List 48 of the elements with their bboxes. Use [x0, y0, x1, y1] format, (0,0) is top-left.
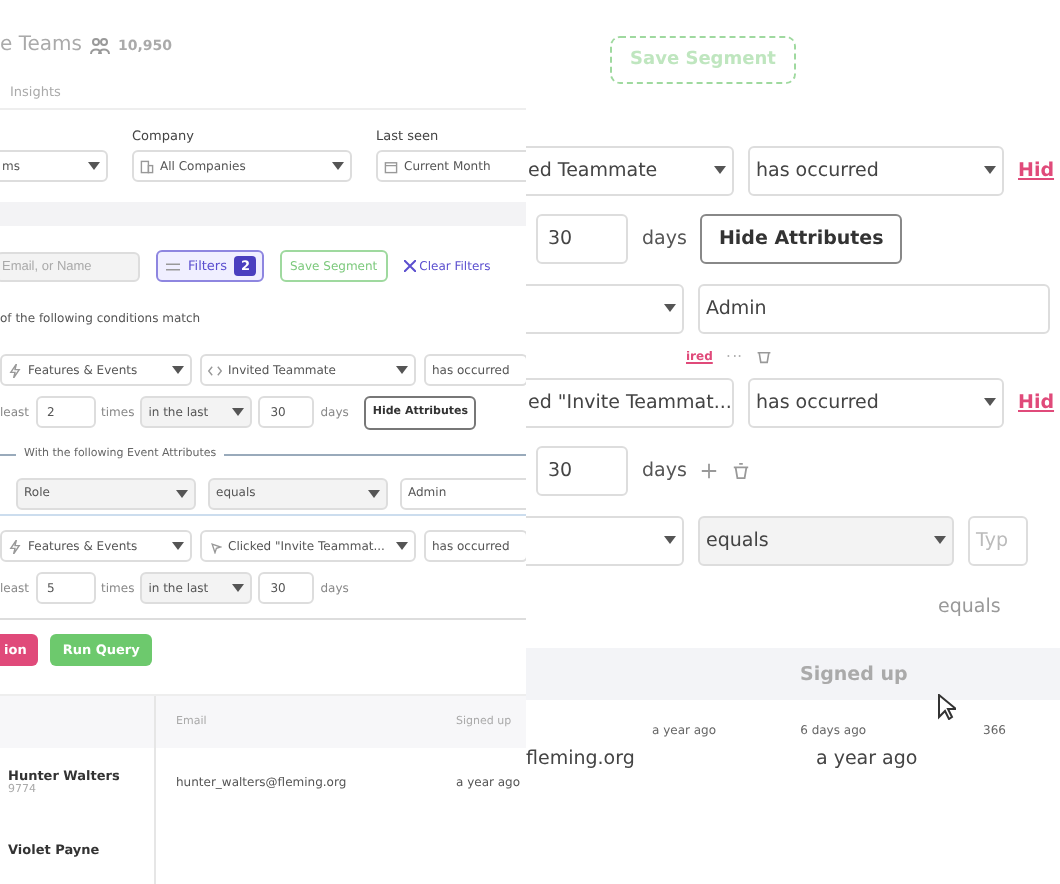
days-input[interactable]: 30 — [536, 213, 628, 263]
days-label: days — [642, 459, 687, 481]
code-icon — [208, 363, 222, 377]
trash-icon — [756, 348, 773, 364]
equals-text: equals — [938, 595, 1001, 617]
caret-icon — [332, 162, 344, 170]
caret-icon — [172, 542, 184, 550]
caret-icon — [934, 536, 946, 544]
attribute-value-field[interactable]: Admin — [698, 283, 1050, 333]
operator-select[interactable]: has occurred — [748, 377, 1004, 427]
caret-icon — [232, 584, 245, 592]
caret-icon — [396, 366, 408, 374]
attribute-select[interactable] — [526, 283, 684, 333]
table-cell-text: a year ago — [816, 748, 920, 770]
days-label: days — [642, 227, 687, 249]
hide-link[interactable]: Hid — [1018, 391, 1055, 413]
plus-icon[interactable] — [700, 461, 719, 479]
event-select[interactable]: ed "Invite Teammat... — [526, 377, 734, 427]
trash-icon — [732, 461, 751, 479]
event-select[interactable]: ed Teammate — [526, 145, 734, 195]
operator-select[interactable]: has occurred — [748, 145, 1004, 195]
caret-icon — [664, 304, 676, 312]
caret-icon — [176, 489, 188, 497]
column-header: Signed up — [800, 663, 908, 685]
caret-icon — [232, 408, 245, 416]
lightning-icon — [8, 363, 22, 377]
caret-icon — [664, 536, 676, 544]
calendar-icon — [384, 159, 398, 173]
caret-icon — [88, 162, 100, 170]
hide-link[interactable]: Hid — [1018, 159, 1055, 181]
cursor-click-icon — [208, 539, 222, 553]
caret-icon — [172, 366, 184, 374]
table-cell-text: fleming.org — [526, 748, 637, 770]
close-icon — [403, 260, 416, 272]
attribute-select[interactable] — [526, 515, 684, 565]
lightning-icon — [8, 539, 22, 553]
building-icon — [140, 159, 154, 173]
page-title: e Teams — [0, 34, 82, 56]
caret-icon — [984, 166, 996, 174]
days-input[interactable]: 30 — [536, 445, 628, 495]
hide-attributes-button[interactable]: Hide Attributes — [700, 213, 902, 263]
caret-icon — [396, 542, 408, 550]
attribute-operator-select[interactable]: equals — [698, 515, 954, 565]
caret-icon — [714, 166, 726, 174]
caret-icon — [368, 489, 380, 497]
sliders-icon — [166, 259, 180, 273]
people-icon — [89, 35, 110, 55]
caret-icon — [984, 398, 996, 406]
